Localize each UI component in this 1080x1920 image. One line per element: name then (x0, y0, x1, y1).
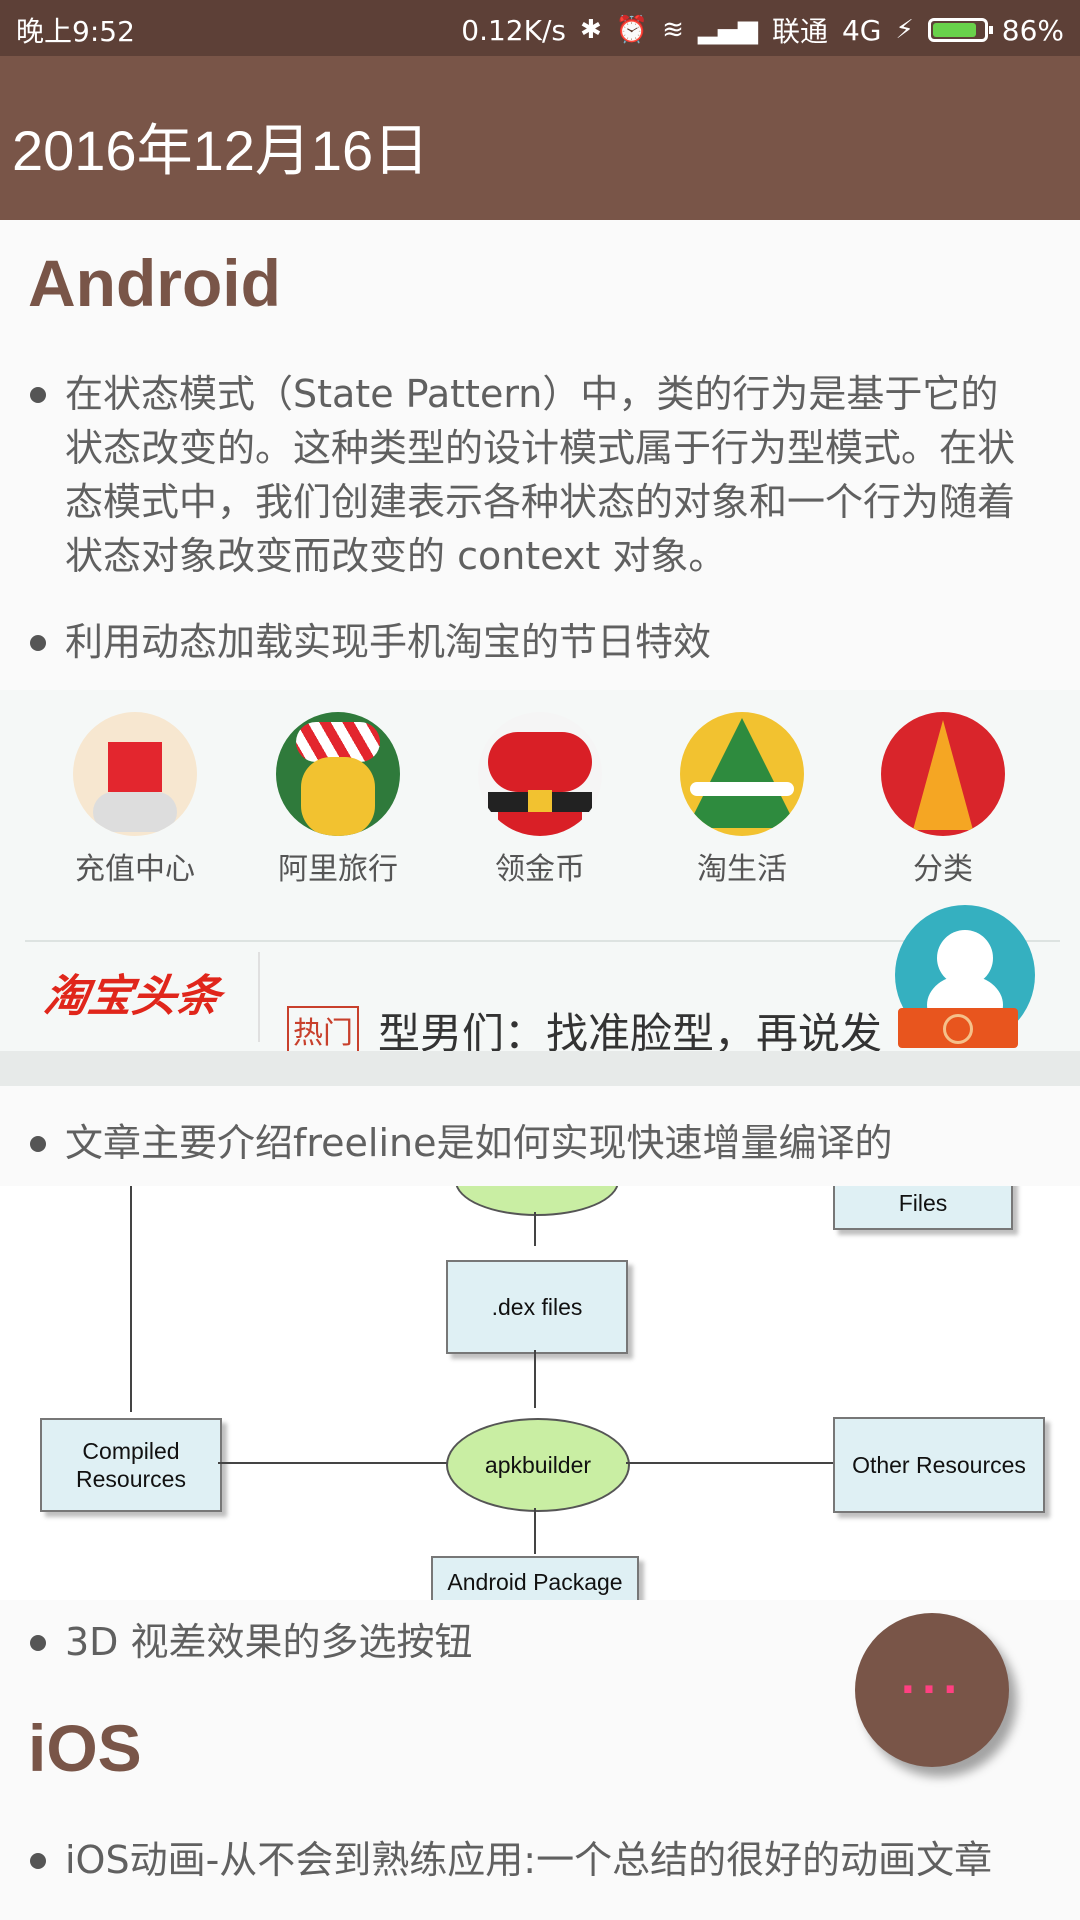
signal-icon: ▂▄▆ (697, 15, 758, 45)
network-type: 4G (841, 13, 882, 47)
list-item[interactable]: iOS动画-从不会到熟练应用:一个总结的很好的动画文章 (30, 1833, 1020, 1887)
diagram-files-box: Files (833, 1186, 1013, 1230)
bluetooth-icon: ✱ (580, 15, 602, 45)
gift-icon (73, 712, 197, 836)
bullet-dot (30, 387, 46, 403)
section-heading-ios: iOS (28, 1711, 142, 1785)
battery-percent: 86% (1001, 13, 1064, 47)
diagram-android-package-box: Android Package (431, 1556, 639, 1600)
icon-label: 分类 (913, 852, 973, 887)
diagram-connector (218, 1462, 448, 1464)
diagram-node-top (455, 1186, 619, 1216)
page-title: 2016年12月16日 (12, 119, 430, 182)
list-item-text[interactable]: 文章主要介绍freeline是如何实现快速增量编译的 (65, 1116, 1020, 1170)
more-icon: ··· (900, 1667, 964, 1713)
icon-label: 充值中心 (75, 852, 195, 887)
charging-icon: ⚡ (895, 15, 914, 45)
icon-recharge-center: 充值中心 (65, 712, 205, 888)
app-bar: 2016年12月16日 (0, 56, 1080, 220)
hot-badge: 热门 (287, 1006, 359, 1054)
diagram-compiled-resources-box: Compiled Resources (40, 1418, 222, 1512)
freeline-build-diagram[interactable]: Files .dex files Compiled Resources apkb… (0, 1186, 1080, 1600)
cone-icon (881, 712, 1005, 836)
diagram-apkbuilder-node: apkbuilder (446, 1418, 630, 1512)
bullet-dot (30, 1635, 46, 1651)
icon-label: 领金币 (495, 852, 585, 887)
list-item[interactable]: 在状态模式（State Pattern）中，类的行为是基于它的状态改变的。这种类… (30, 367, 1020, 583)
divider (258, 952, 260, 1042)
battery-icon (927, 18, 993, 42)
taobao-toutiao-logo: 淘宝头条 (40, 971, 224, 1022)
icon-tao-life: 淘生活 (672, 712, 812, 888)
image-edge (0, 1051, 1080, 1086)
music-box-pause-icon (898, 1008, 1018, 1048)
list-item-text[interactable]: 在状态模式（State Pattern）中，类的行为是基于它的状态改变的。这种类… (65, 367, 1020, 583)
icon-ali-travel: 阿里旅行 (268, 712, 408, 888)
section-heading-android: Android (28, 246, 281, 320)
network-speed: 0.12K/s (461, 13, 566, 47)
diagram-other-resources-box: Other Resources (833, 1417, 1045, 1513)
alarm-icon: ⏰ (615, 15, 649, 45)
icon-category: 分类 (873, 712, 1013, 888)
status-bar: 晚上9:52 0.12K/s ✱ ⏰ ≋ ▂▄▆ 联通 4G ⚡ 86% (0, 0, 1080, 56)
bullet-dot (30, 1853, 46, 1869)
diagram-connector (534, 1212, 536, 1246)
icon-label: 阿里旅行 (278, 852, 398, 887)
bullet-dot (30, 1136, 46, 1152)
bear-icon (276, 712, 400, 836)
status-time: 晚上9:52 (16, 15, 135, 48)
diagram-dex-files-box: .dex files (446, 1260, 628, 1354)
list-item[interactable]: 利用动态加载实现手机淘宝的节日特效 (30, 615, 1020, 669)
icon-label: 淘生活 (697, 852, 787, 887)
diagram-connector (534, 1508, 536, 1554)
list-item-text[interactable]: 利用动态加载实现手机淘宝的节日特效 (65, 615, 1020, 669)
list-item[interactable]: 文章主要介绍freeline是如何实现快速增量编译的 (30, 1116, 1020, 1170)
tree-icon (680, 712, 804, 836)
diagram-connector (626, 1462, 834, 1464)
carrier-name: 联通 (771, 15, 828, 48)
santa-icon (478, 712, 602, 836)
diagram-connector (130, 1186, 132, 1412)
icon-gold-coins: 领金币 (470, 712, 610, 888)
bullet-dot (30, 635, 46, 651)
diagram-connector (534, 1350, 536, 1408)
list-item-text[interactable]: iOS动画-从不会到熟练应用:一个总结的很好的动画文章 (65, 1833, 1020, 1887)
taobao-festival-image[interactable]: 充值中心 阿里旅行 领金币 淘生活 分类 淘宝头条 热门 型男们：找准脸型，再说… (0, 690, 1080, 1086)
wifi-icon: ≋ (662, 15, 684, 45)
more-fab-button[interactable]: ··· (855, 1613, 1009, 1767)
